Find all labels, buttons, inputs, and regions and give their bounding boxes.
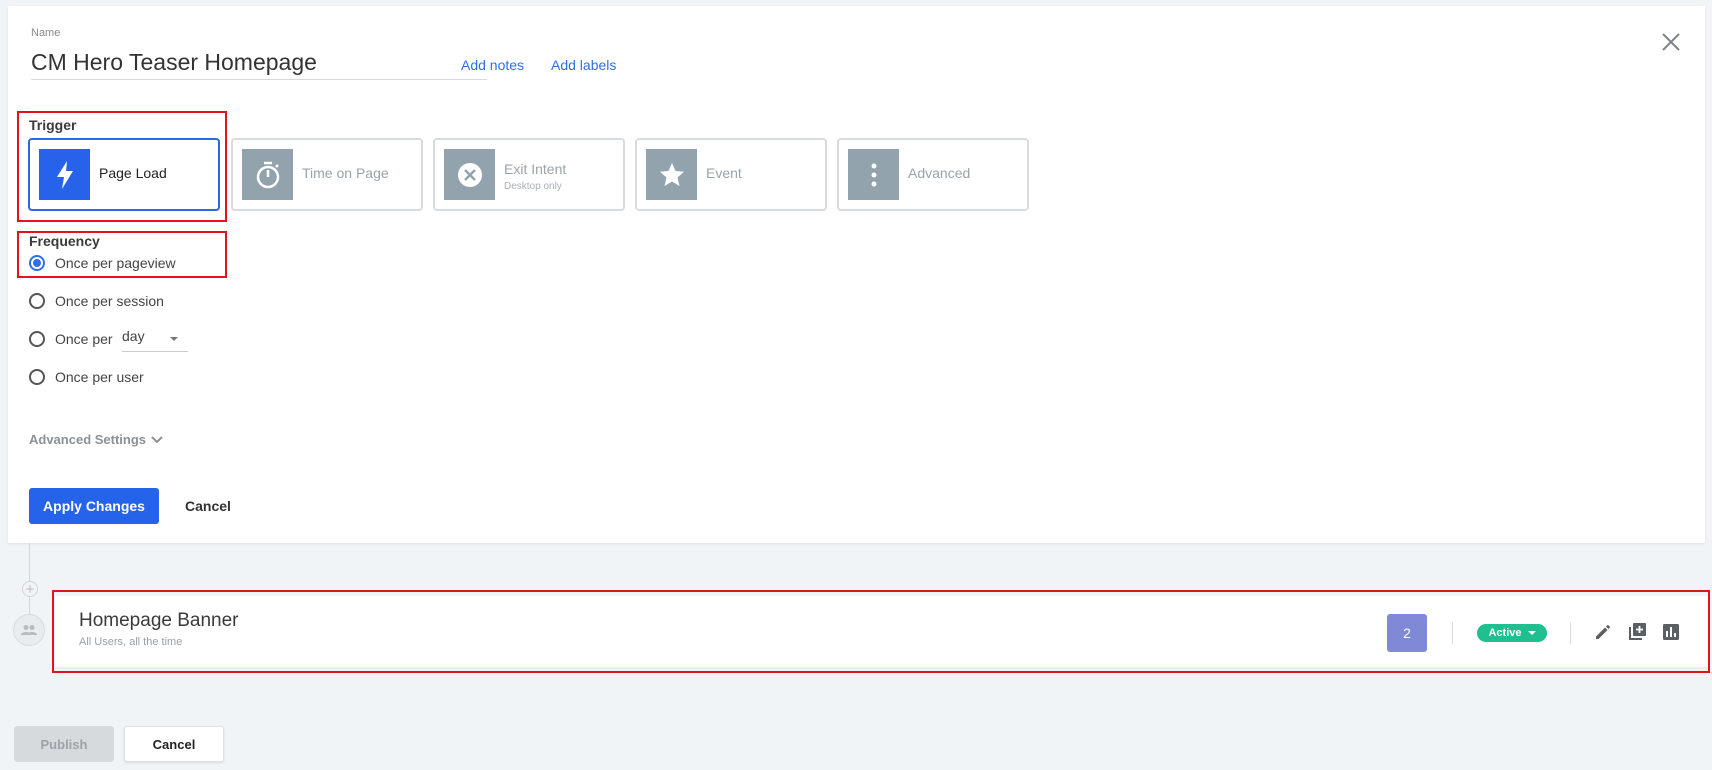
trigger-sublabel: Desktop only [504,181,562,192]
tree-connector [29,597,30,614]
trigger-event[interactable]: Event [635,138,827,211]
cancel-link[interactable]: Cancel [185,498,231,514]
advanced-settings-label: Advanced Settings [29,432,147,447]
trigger-label: Event [706,165,742,181]
close-button[interactable] [1657,28,1685,56]
campaign-row[interactable]: Homepage Banner All Users, all the time … [55,596,1708,667]
plus-icon [26,585,34,593]
stopwatch-icon [242,149,293,200]
radio-once-per-pageview[interactable]: Once per pageview [29,252,176,274]
name-label: Name [31,27,61,39]
trigger-settings-panel: Name Add notes Add labels Trigger Page L… [8,6,1705,543]
radio-label: Once per session [55,293,164,309]
trigger-label: Exit Intent [504,161,567,177]
reports-button[interactable] [1660,621,1682,643]
campaign-title: Homepage Banner [79,610,239,631]
trigger-advanced[interactable]: Advanced [837,138,1029,211]
add-copy-icon [1629,623,1646,640]
trigger-label: Advanced [908,165,971,181]
add-step-button[interactable] [22,581,38,597]
radio-button[interactable] [29,255,45,271]
divider [1570,622,1571,644]
campaign-subtitle: All Users, all the time [79,636,183,648]
radio-label: Once per user [55,369,144,385]
audience-avatar [13,614,45,646]
trigger-exit-intent[interactable]: Exit Intent Desktop only [433,138,625,211]
trigger-label: Page Load [99,165,167,181]
status-dropdown[interactable]: Active [1477,624,1547,642]
frequency-period-select[interactable]: day [122,328,188,352]
duplicate-button[interactable] [1626,621,1648,643]
trigger-title: Trigger [29,117,77,133]
radio-once-per-session[interactable]: Once per session [29,290,164,312]
add-labels-link[interactable]: Add labels [551,57,616,73]
add-notes-link[interactable]: Add notes [461,57,524,73]
lightning-icon [39,149,90,200]
radio-button[interactable] [29,331,45,347]
trigger-page-load[interactable]: Page Load [28,138,220,211]
people-icon [21,625,37,635]
radio-button[interactable] [29,293,45,309]
bar-chart-icon [1663,624,1679,640]
close-icon [1662,33,1680,51]
apply-changes-button[interactable]: Apply Changes [29,488,159,524]
star-icon [646,149,697,200]
publish-button[interactable]: Publish [14,726,114,762]
close-circle-icon [444,149,495,200]
edit-button[interactable] [1592,621,1614,643]
radio-label: Once per pageview [55,255,176,271]
pencil-icon [1596,625,1610,639]
tree-connector [29,543,30,581]
radio-once-per-user[interactable]: Once per user [29,366,144,388]
advanced-settings-toggle[interactable]: Advanced Settings [29,432,164,447]
name-input[interactable] [31,46,487,80]
caret-down-icon [170,337,178,341]
cancel-button[interactable]: Cancel [124,726,224,762]
divider [1452,622,1453,644]
radio-label: Once per [55,331,113,347]
status-label: Active [1488,627,1522,639]
trigger-label: Time on Page [302,165,389,181]
trigger-time-on-page[interactable]: Time on Page [231,138,423,211]
variant-count-badge[interactable]: 2 [1387,614,1427,652]
select-value: day [122,328,145,344]
frequency-title: Frequency [29,233,100,249]
radio-button[interactable] [29,369,45,385]
radio-once-per-day[interactable]: Once per [29,328,113,350]
chevron-down-icon [151,435,163,443]
caret-down-icon [1527,631,1536,635]
more-vertical-icon [848,149,899,200]
